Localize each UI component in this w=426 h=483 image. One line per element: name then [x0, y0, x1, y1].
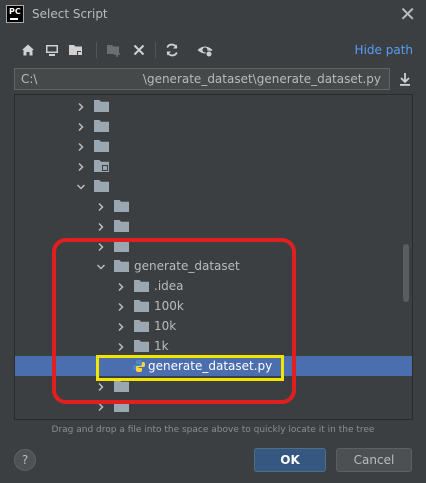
tree-folder-row[interactable]: 100k: [15, 296, 412, 316]
dialog-title: Select Script: [32, 7, 108, 21]
python-file-icon: [132, 359, 147, 372]
chevron-right-icon[interactable]: [76, 141, 86, 152]
chevron-down-icon[interactable]: [76, 181, 86, 191]
tree-folder-row[interactable]: generate_dataset: [15, 256, 412, 276]
tree-item-label: generate_dataset: [134, 259, 240, 273]
help-button[interactable]: ?: [14, 449, 36, 471]
tree-item-label: 10k: [154, 319, 177, 333]
chevron-right-icon[interactable]: [116, 301, 126, 312]
title-bar: PC Select Script ✕: [0, 0, 426, 30]
chevron-right-icon[interactable]: [96, 401, 106, 412]
chevron-right-icon[interactable]: [96, 241, 106, 252]
chevron-right-icon[interactable]: [76, 121, 86, 132]
folder-icon: [134, 280, 149, 292]
tree-folder-row[interactable]: .idea: [15, 276, 412, 296]
new-folder-icon[interactable]: [105, 41, 123, 59]
delete-icon[interactable]: [130, 41, 148, 59]
folder-icon: [94, 160, 109, 172]
tree-folder-row[interactable]: [15, 136, 412, 156]
folder-icon: [94, 140, 109, 152]
folder-icon: [94, 180, 109, 192]
folder-icon: [114, 260, 129, 272]
scrollbar-thumb[interactable]: [403, 244, 409, 302]
chevron-right-icon[interactable]: [76, 101, 86, 112]
tree-item-label: 1k: [154, 339, 169, 353]
show-hidden-icon[interactable]: [196, 41, 214, 59]
path-value: \generate_dataset\generate_dataset.py: [142, 72, 381, 86]
folder-icon: [114, 380, 129, 392]
tree-folder-row[interactable]: [15, 96, 412, 116]
tree-folder-row[interactable]: 10k: [15, 316, 412, 336]
folder-icon: [134, 300, 149, 312]
folder-icon: [134, 320, 149, 332]
tree-folder-row[interactable]: [15, 176, 412, 196]
tree-folder-row[interactable]: [15, 376, 412, 396]
drag-drop-hint: Drag and drop a file into the space abov…: [51, 425, 375, 435]
folder-icon: [114, 400, 129, 412]
tree-item-label: .idea: [154, 279, 184, 293]
chevron-right-icon[interactable]: [96, 381, 106, 392]
home-icon[interactable]: [19, 41, 37, 59]
ok-button[interactable]: OK: [254, 448, 326, 472]
path-field[interactable]: C:\ \generate_dataset\generate_dataset.p…: [14, 68, 390, 90]
folder-icon: [134, 340, 149, 352]
chevron-right-icon[interactable]: [76, 161, 86, 172]
file-tree[interactable]: generate_dataset .idea 100k 10k 1k generate_d…: [14, 94, 413, 420]
desktop-icon[interactable]: [43, 41, 61, 59]
toolbar-separator: [155, 42, 156, 58]
chevron-right-icon[interactable]: [116, 281, 126, 292]
folder-icon: [94, 100, 109, 112]
tree-folder-row[interactable]: [15, 236, 412, 256]
chevron-right-icon[interactable]: [96, 201, 106, 212]
tree-folder-row[interactable]: [15, 196, 412, 216]
tree-folder-row[interactable]: [15, 156, 412, 176]
chevron-right-icon[interactable]: [116, 321, 126, 332]
hide-path-link[interactable]: Hide path: [355, 43, 413, 57]
download-icon[interactable]: [396, 70, 414, 88]
folder-icon: [114, 200, 129, 212]
tree-folder-row[interactable]: [15, 216, 412, 236]
tree-folder-row[interactable]: 1k: [15, 336, 412, 356]
path-drive: C:\: [21, 72, 38, 86]
tree-folder-row[interactable]: [15, 116, 412, 136]
folder-icon: [114, 240, 129, 252]
chevron-down-icon[interactable]: [96, 261, 106, 271]
project-folder-icon[interactable]: [67, 41, 85, 59]
toolbar: Hide path: [0, 38, 426, 64]
chevron-right-icon[interactable]: [96, 221, 106, 232]
pycharm-logo-icon: PC: [6, 5, 24, 23]
folder-icon: [114, 220, 129, 232]
folder-icon: [94, 120, 109, 132]
tree-file-row[interactable]: generate_dataset.py: [15, 356, 412, 376]
chevron-right-icon[interactable]: [116, 341, 126, 352]
tree-folder-row[interactable]: [15, 396, 412, 416]
tree-item-label: generate_dataset.py: [148, 359, 273, 373]
tree-item-label: 100k: [154, 299, 184, 313]
cancel-button[interactable]: Cancel: [336, 448, 412, 472]
close-icon[interactable]: ✕: [399, 2, 416, 26]
refresh-icon[interactable]: [163, 41, 181, 59]
toolbar-separator: [96, 42, 97, 58]
